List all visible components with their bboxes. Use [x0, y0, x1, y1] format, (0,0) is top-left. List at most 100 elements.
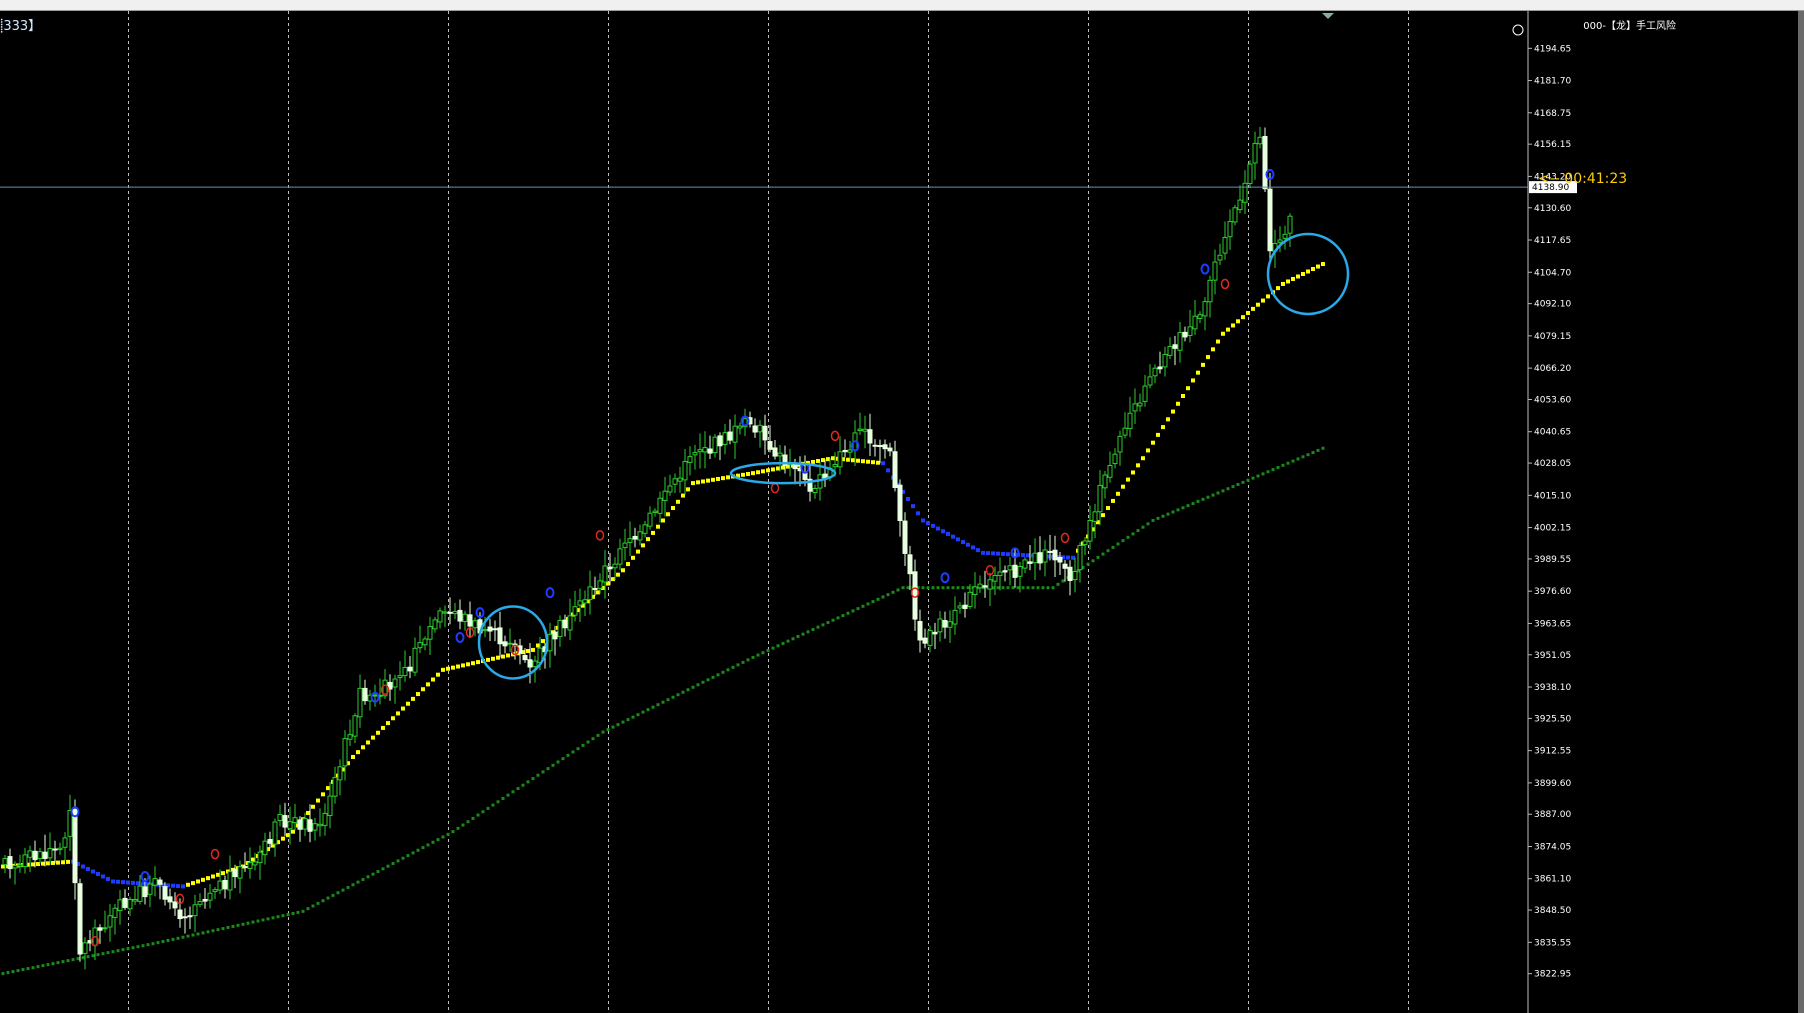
candle-body	[497, 627, 503, 645]
ma-slow-point	[1271, 468, 1275, 472]
candle-body	[1212, 261, 1218, 281]
ma-slow-point	[176, 936, 180, 940]
candle-body	[57, 847, 63, 851]
candle-body	[172, 901, 178, 909]
ma-fast-point	[191, 881, 195, 886]
candle-body	[1267, 188, 1273, 252]
candle-body	[1067, 566, 1073, 582]
candle-body	[987, 579, 993, 590]
chart-window[interactable]: 4194.65 4181.70 4168.75 4156.15 4143.20 4130.…	[0, 11, 1804, 1013]
ma-slow-point	[691, 685, 695, 689]
ma-slow-point	[466, 820, 470, 824]
ma-slow-point	[1096, 555, 1100, 559]
candle-body	[1112, 453, 1118, 465]
ma-fast-point	[661, 518, 665, 523]
y-tick-label: 4168.75	[1534, 109, 1571, 119]
ma-slow-point	[846, 611, 850, 615]
candle-body	[552, 631, 558, 640]
chart-shift-triangle-icon	[1322, 13, 1334, 19]
price-chart[interactable]: 4194.654181.704168.754156.154143.204130.…	[0, 11, 1804, 1013]
y-tick-label: 4092.10	[1534, 300, 1571, 310]
ma-slow-point	[1226, 487, 1230, 491]
y-tick-label: 3976.60	[1534, 587, 1571, 597]
ma-slow-point	[221, 927, 225, 931]
ma-fast-point	[106, 876, 110, 881]
ma-fast-point	[36, 862, 40, 867]
ma-slow-point	[1221, 489, 1225, 493]
y-tick-label: 4194.65	[1534, 44, 1571, 54]
candle-body	[472, 620, 478, 629]
ma-fast-point	[946, 531, 950, 536]
y-tick-label: 4053.60	[1534, 395, 1571, 405]
ma-slow-point	[896, 588, 900, 592]
candle-body	[812, 488, 818, 494]
candle-body	[142, 886, 148, 898]
ma-slow-point	[411, 851, 415, 855]
ma-slow-point	[566, 753, 570, 757]
ma-slow-point	[601, 730, 605, 734]
ma-fast-point	[631, 555, 635, 560]
ma-fast-point	[1161, 425, 1165, 430]
ma-slow-point	[1296, 457, 1300, 461]
candle-body	[1207, 279, 1213, 303]
candle-body	[1227, 221, 1233, 238]
ma-fast-point	[1171, 409, 1175, 414]
candle-body	[222, 879, 228, 890]
candle-body	[1117, 435, 1123, 453]
candle-body	[937, 618, 943, 633]
ma-slow-point	[801, 632, 805, 636]
ma-fast-point	[1266, 294, 1270, 299]
ma-slow-point	[1056, 582, 1060, 586]
ma-fast-point	[396, 711, 400, 716]
ma-slow-point	[716, 673, 720, 677]
candle-body	[257, 851, 263, 864]
candle-body	[1017, 565, 1023, 577]
candle-body	[1202, 301, 1208, 317]
candle-body	[1002, 570, 1008, 573]
ma-fast-point	[526, 649, 530, 654]
ma-slow-point	[1256, 474, 1260, 478]
window-top-bar	[0, 0, 1804, 11]
ma-slow-point	[341, 888, 345, 892]
ma-slow-point	[771, 646, 775, 650]
ma-slow-point	[406, 854, 410, 858]
y-tick-label: 4040.65	[1534, 428, 1571, 438]
ma-fast-point	[771, 467, 775, 472]
ma-slow-point	[361, 877, 365, 881]
candle-body	[102, 927, 108, 930]
candle-body	[287, 821, 293, 830]
candle-body	[1172, 344, 1178, 349]
ma-slow-point	[996, 586, 1000, 590]
ma-fast-point	[996, 551, 1000, 556]
ma-slow-point	[1241, 480, 1245, 484]
ma-slow-point	[1166, 512, 1170, 516]
candle-body	[17, 864, 23, 867]
ma-fast-point	[1316, 264, 1320, 269]
ma-slow-point	[36, 965, 40, 969]
candle-body	[1052, 549, 1058, 561]
ma-slow-point	[706, 678, 710, 682]
ma-fast-point	[596, 590, 600, 595]
ma-slow-point	[21, 968, 25, 972]
ma-slow-point	[371, 872, 375, 876]
ma-slow-point	[546, 767, 550, 771]
candle-body	[112, 907, 118, 918]
ma-slow-point	[436, 838, 440, 842]
ma-fast-point	[446, 666, 450, 671]
candle-body	[1062, 563, 1068, 569]
ma-slow-point	[666, 698, 670, 702]
ma-slow-point	[721, 670, 725, 674]
ma-slow-point	[1191, 502, 1195, 506]
candle-body	[1157, 366, 1163, 370]
ma-slow-point	[366, 875, 370, 879]
y-tick-label: 4181.70	[1534, 77, 1571, 87]
ma-slow-point	[951, 586, 955, 590]
ma-fast-point	[96, 871, 100, 876]
ma-slow-point	[491, 803, 495, 807]
candle-body	[997, 571, 1003, 576]
candle-body	[792, 464, 798, 470]
candle-body	[362, 687, 368, 702]
ma-slow-point	[1051, 586, 1055, 590]
ma-slow-point	[636, 713, 640, 717]
ma-fast-point	[976, 548, 980, 553]
